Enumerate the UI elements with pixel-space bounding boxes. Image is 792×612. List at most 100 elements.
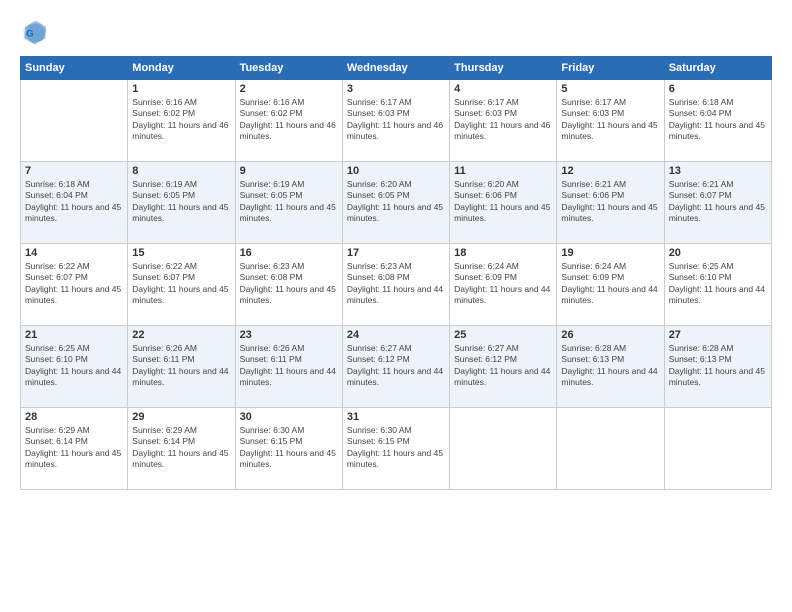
column-header-monday: Monday: [128, 57, 235, 80]
day-number: 25: [454, 329, 552, 341]
calendar-cell: 25 Sunrise: 6:27 AMSunset: 6:12 PMDayligh…: [450, 326, 557, 408]
calendar-cell: 7Sunrise: 6:18 AMSunset: 6:04 PMDaylight…: [21, 162, 128, 244]
header: G: [20, 18, 772, 46]
calendar-cell: 14 Sunrise: 6:22 AMSunset: 6:07 PMDayligh…: [21, 244, 128, 326]
day-detail: Sunrise: 6:16 AMSunset: 6:02 PMDaylight:…: [240, 97, 338, 143]
day-number: 26: [561, 329, 659, 341]
calendar-cell: 5 Sunrise: 6:17 AMSunset: 6:03 PMDaylight…: [557, 80, 664, 162]
day-detail: Sunrise: 6:22 AMSunset: 6:07 PMDaylight:…: [25, 261, 123, 307]
day-detail: Sunrise: 6:18 AMSunset: 6:04 PMDaylight:…: [669, 97, 767, 143]
calendar-cell: 2 Sunrise: 6:16 AMSunset: 6:02 PMDaylight…: [235, 80, 342, 162]
day-detail: Sunrise: 6:20 AMSunset: 6:05 PMDaylight:…: [347, 179, 445, 225]
svg-text:G: G: [26, 28, 33, 39]
calendar-cell: 20 Sunrise: 6:25 AMSunset: 6:10 PMDayligh…: [664, 244, 771, 326]
day-number: 14: [25, 247, 123, 259]
day-number: 22: [132, 329, 230, 341]
day-detail: Sunrise: 6:27 AMSunset: 6:12 PMDaylight:…: [347, 343, 445, 389]
day-detail: Sunrise: 6:17 AMSunset: 6:03 PMDaylight:…: [347, 97, 445, 143]
day-number: 20: [669, 247, 767, 259]
day-detail: Sunrise: 6:28 AMSunset: 6:13 PMDaylight:…: [669, 343, 767, 389]
calendar-cell: 31Sunrise: 6:30 AMSunset: 6:15 PMDayligh…: [342, 408, 449, 490]
calendar-cell: 22 Sunrise: 6:26 AMSunset: 6:11 PMDayligh…: [128, 326, 235, 408]
day-number: 30: [240, 411, 338, 423]
calendar-cell: 12 Sunrise: 6:21 AMSunset: 6:06 PMDayligh…: [557, 162, 664, 244]
day-detail: Sunrise: 6:21 AMSunset: 6:07 PMDaylight:…: [669, 179, 767, 225]
page: G SundayMondayTuesdayWednesdayThursdayFr…: [0, 0, 792, 612]
calendar-cell: 17 Sunrise: 6:23 AMSunset: 6:08 PMDayligh…: [342, 244, 449, 326]
day-number: 4: [454, 83, 552, 95]
day-detail: Sunrise: 6:21 AMSunset: 6:06 PMDaylight:…: [561, 179, 659, 225]
calendar-cell: 19Sunrise: 6:24 AMSunset: 6:09 PMDayligh…: [557, 244, 664, 326]
calendar-cell: [664, 408, 771, 490]
day-detail: Sunrise: 6:17 AMSunset: 6:03 PMDaylight:…: [561, 97, 659, 143]
day-number: 11: [454, 165, 552, 177]
column-header-tuesday: Tuesday: [235, 57, 342, 80]
day-number: 12: [561, 165, 659, 177]
day-detail: Sunrise: 6:22 AMSunset: 6:07 PMDaylight:…: [132, 261, 230, 307]
calendar-cell: 6 Sunrise: 6:18 AMSunset: 6:04 PMDaylight…: [664, 80, 771, 162]
calendar-cell: 21 Sunrise: 6:25 AMSunset: 6:10 PMDayligh…: [21, 326, 128, 408]
calendar-cell: 18 Sunrise: 6:24 AMSunset: 6:09 PMDayligh…: [450, 244, 557, 326]
day-number: 24: [347, 329, 445, 341]
day-number: 29: [132, 411, 230, 423]
day-detail: Sunrise: 6:24 AMSunset: 6:09 PMDaylight:…: [454, 261, 552, 307]
calendar-body: 1 Sunrise: 6:16 AMSunset: 6:02 PMDaylight…: [21, 80, 772, 490]
day-detail: Sunrise: 6:16 AMSunset: 6:02 PMDaylight:…: [132, 97, 230, 143]
calendar-cell: 29 Sunrise: 6:29 AMSunset: 6:14 PMDayligh…: [128, 408, 235, 490]
day-number: 5: [561, 83, 659, 95]
day-detail: Sunrise: 6:19 AMSunset: 6:05 PMDaylight:…: [132, 179, 230, 225]
day-number: 9: [240, 165, 338, 177]
calendar-cell: [450, 408, 557, 490]
calendar-table: SundayMondayTuesdayWednesdayThursdayFrid…: [20, 56, 772, 490]
header-row: SundayMondayTuesdayWednesdayThursdayFrid…: [21, 57, 772, 80]
day-number: 1: [132, 83, 230, 95]
day-detail: Sunrise: 6:26 AMSunset: 6:11 PMDaylight:…: [240, 343, 338, 389]
column-header-friday: Friday: [557, 57, 664, 80]
calendar-cell: 27 Sunrise: 6:28 AMSunset: 6:13 PMDayligh…: [664, 326, 771, 408]
calendar-cell: 10Sunrise: 6:20 AMSunset: 6:05 PMDayligh…: [342, 162, 449, 244]
day-number: 13: [669, 165, 767, 177]
calendar-cell: 4Sunrise: 6:17 AMSunset: 6:03 PMDaylight…: [450, 80, 557, 162]
calendar-week-4: 21 Sunrise: 6:25 AMSunset: 6:10 PMDayligh…: [21, 326, 772, 408]
logo-icon: G: [20, 18, 48, 46]
calendar-cell: 1 Sunrise: 6:16 AMSunset: 6:02 PMDaylight…: [128, 80, 235, 162]
day-number: 21: [25, 329, 123, 341]
calendar-cell: 30Sunrise: 6:30 AMSunset: 6:15 PMDayligh…: [235, 408, 342, 490]
day-number: 23: [240, 329, 338, 341]
calendar-header: SundayMondayTuesdayWednesdayThursdayFrid…: [21, 57, 772, 80]
day-number: 18: [454, 247, 552, 259]
day-detail: Sunrise: 6:25 AMSunset: 6:10 PMDaylight:…: [669, 261, 767, 307]
day-detail: Sunrise: 6:26 AMSunset: 6:11 PMDaylight:…: [132, 343, 230, 389]
calendar-cell: 3 Sunrise: 6:17 AMSunset: 6:03 PMDaylight…: [342, 80, 449, 162]
calendar-week-3: 14 Sunrise: 6:22 AMSunset: 6:07 PMDayligh…: [21, 244, 772, 326]
day-detail: Sunrise: 6:25 AMSunset: 6:10 PMDaylight:…: [25, 343, 123, 389]
day-detail: Sunrise: 6:23 AMSunset: 6:08 PMDaylight:…: [240, 261, 338, 307]
calendar-cell: [21, 80, 128, 162]
column-header-saturday: Saturday: [664, 57, 771, 80]
calendar-cell: 24 Sunrise: 6:27 AMSunset: 6:12 PMDayligh…: [342, 326, 449, 408]
day-number: 6: [669, 83, 767, 95]
day-detail: Sunrise: 6:28 AMSunset: 6:13 PMDaylight:…: [561, 343, 659, 389]
day-detail: Sunrise: 6:29 AMSunset: 6:14 PMDaylight:…: [132, 425, 230, 471]
day-detail: Sunrise: 6:19 AMSunset: 6:05 PMDaylight:…: [240, 179, 338, 225]
calendar-cell: 16Sunrise: 6:23 AMSunset: 6:08 PMDayligh…: [235, 244, 342, 326]
calendar-cell: 8 Sunrise: 6:19 AMSunset: 6:05 PMDaylight…: [128, 162, 235, 244]
column-header-wednesday: Wednesday: [342, 57, 449, 80]
day-number: 27: [669, 329, 767, 341]
calendar-cell: 13 Sunrise: 6:21 AMSunset: 6:07 PMDayligh…: [664, 162, 771, 244]
day-number: 2: [240, 83, 338, 95]
logo: G: [20, 18, 52, 46]
day-detail: Sunrise: 6:18 AMSunset: 6:04 PMDaylight:…: [25, 179, 123, 225]
day-number: 17: [347, 247, 445, 259]
day-number: 3: [347, 83, 445, 95]
calendar-week-2: 7Sunrise: 6:18 AMSunset: 6:04 PMDaylight…: [21, 162, 772, 244]
day-detail: Sunrise: 6:27 AMSunset: 6:12 PMDaylight:…: [454, 343, 552, 389]
column-header-thursday: Thursday: [450, 57, 557, 80]
calendar-cell: 15Sunrise: 6:22 AMSunset: 6:07 PMDayligh…: [128, 244, 235, 326]
day-detail: Sunrise: 6:23 AMSunset: 6:08 PMDaylight:…: [347, 261, 445, 307]
calendar-week-5: 28Sunrise: 6:29 AMSunset: 6:14 PMDayligh…: [21, 408, 772, 490]
day-number: 31: [347, 411, 445, 423]
day-number: 8: [132, 165, 230, 177]
day-number: 19: [561, 247, 659, 259]
day-detail: Sunrise: 6:20 AMSunset: 6:06 PMDaylight:…: [454, 179, 552, 225]
